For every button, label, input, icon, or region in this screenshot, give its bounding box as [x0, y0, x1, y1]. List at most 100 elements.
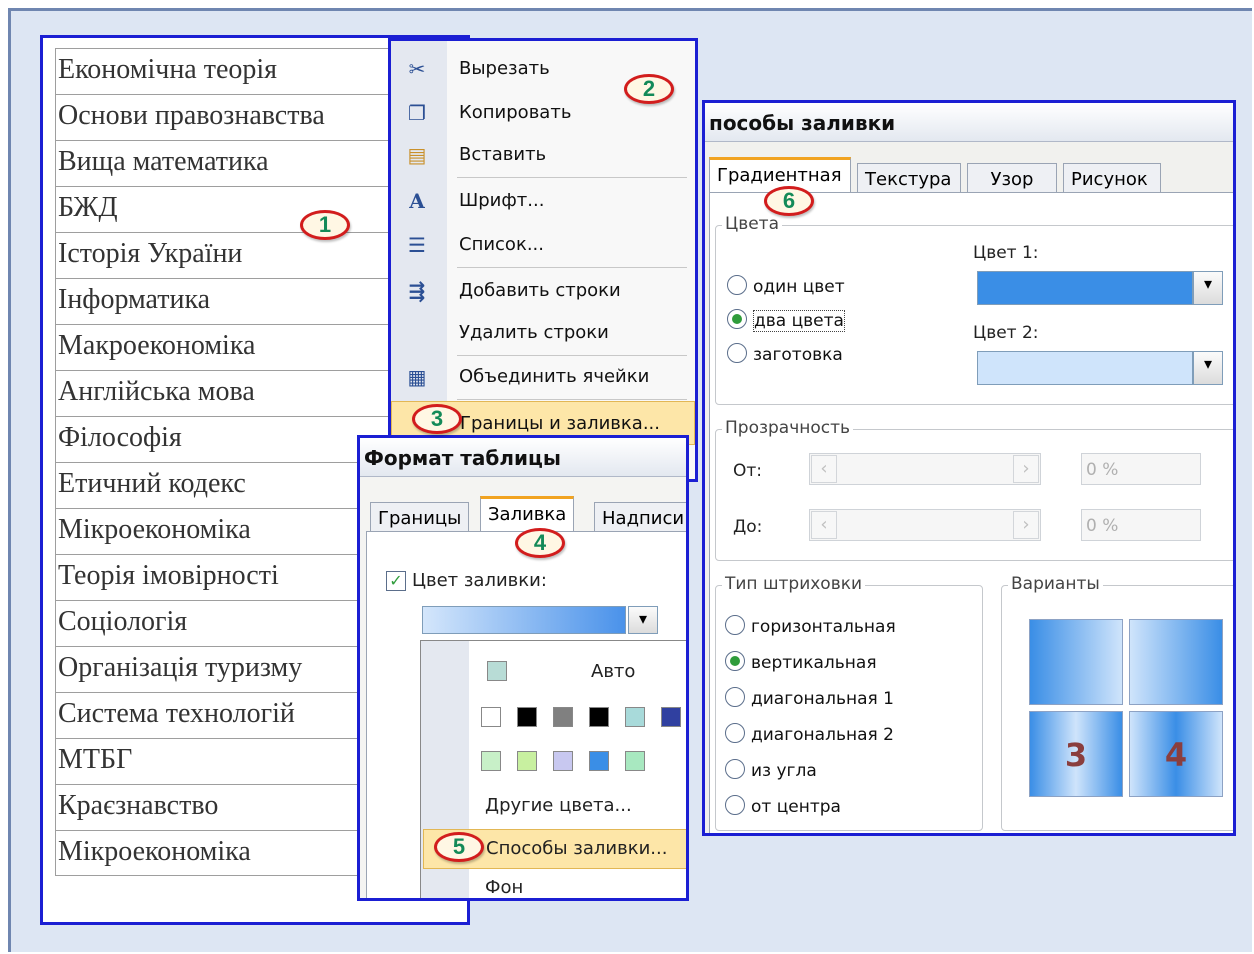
tab-texture[interactable]: Текстура: [857, 163, 961, 193]
radio-dot: [727, 343, 747, 363]
tab-pattern[interactable]: Узор: [967, 163, 1057, 193]
radio-label: диагональная 1: [751, 689, 894, 709]
chevron-left-icon[interactable]: ‹: [811, 511, 837, 539]
fill-methods-label: Способы заливки...: [486, 838, 668, 859]
color-swatch[interactable]: [661, 707, 681, 727]
table-row[interactable]: Економічна теорія: [55, 48, 395, 94]
auto-color-option[interactable]: Авто: [591, 661, 635, 682]
radio-label: заготовка: [753, 345, 843, 365]
radio-label: один цвет: [753, 277, 845, 297]
fill-color-dropdown-button[interactable]: ▾: [628, 606, 658, 634]
color-swatch[interactable]: [517, 707, 537, 727]
menu-item-add-rows[interactable]: ⇶ Добавить строки: [391, 269, 695, 313]
table-row[interactable]: Краєзнавство: [55, 784, 395, 830]
menu-item-paste[interactable]: ▤ Вставить: [391, 133, 695, 177]
table-row[interactable]: Макроекономіка: [55, 324, 395, 370]
more-colors-option[interactable]: Другие цвета...: [485, 795, 632, 816]
radio-one-color[interactable]: один цвет: [727, 275, 845, 297]
auto-color-swatch[interactable]: [487, 661, 507, 681]
subjects-table: Економічна теорія Основи правознавства Вищ…: [55, 48, 395, 876]
color1-combo[interactable]: [977, 271, 1193, 305]
table-row[interactable]: Основи правознавства: [55, 94, 395, 140]
table-row[interactable]: Організація туризму: [55, 646, 395, 692]
radio-two-colors[interactable]: два цвета: [727, 309, 845, 332]
color-swatch[interactable]: [553, 751, 573, 771]
color-swatch[interactable]: [553, 707, 573, 727]
color-swatch[interactable]: [517, 751, 537, 771]
tab-borders[interactable]: Границы: [370, 502, 470, 532]
menu-item-list[interactable]: ☰ Список...: [391, 223, 695, 267]
color2-dropdown-button[interactable]: ▾: [1193, 351, 1223, 385]
color-swatch[interactable]: [589, 751, 609, 771]
chevron-right-icon[interactable]: ›: [1013, 455, 1039, 483]
table-row[interactable]: Мікроекономіка: [55, 830, 395, 876]
fill-color-checkbox[interactable]: ✓: [386, 571, 406, 591]
table-row[interactable]: Філософія: [55, 416, 395, 462]
table-row[interactable]: Мікроекономіка: [55, 508, 395, 554]
dialog-title: пособы заливки: [709, 111, 896, 135]
tab-fill[interactable]: Заливка: [480, 496, 575, 532]
color2-label: Цвет 2:: [973, 323, 1039, 343]
menu-item-font[interactable]: A Шрифт...: [391, 179, 695, 223]
transparency-group-title: Прозрачность: [722, 418, 854, 438]
background-option[interactable]: Фон: [485, 877, 523, 898]
chevron-right-icon[interactable]: ›: [1013, 511, 1039, 539]
to-slider[interactable]: ‹ ›: [809, 509, 1041, 541]
tab-picture[interactable]: Рисунок: [1063, 163, 1161, 193]
radio-shading-option[interactable]: диагональная 1: [725, 687, 894, 709]
radio-dot: [725, 795, 745, 815]
format-table-dialog: Формат таблицы Границы Заливка Надписи ✓…: [357, 435, 689, 901]
menu-item-label: Шрифт...: [459, 190, 545, 211]
color1-dropdown-button[interactable]: ▾: [1193, 271, 1223, 305]
chevron-down-icon: ▾: [1203, 354, 1213, 373]
menu-item-label: Копировать: [459, 102, 572, 123]
radio-label: из угла: [751, 761, 817, 781]
table-row[interactable]: Інформатика: [55, 278, 395, 324]
table-row[interactable]: Система технологій: [55, 692, 395, 738]
font-icon: A: [409, 189, 425, 213]
gradient-variant[interactable]: 3: [1029, 711, 1123, 797]
fill-color-combo[interactable]: [422, 606, 626, 634]
color1-label: Цвет 1:: [973, 243, 1039, 263]
color-swatch[interactable]: [625, 751, 645, 771]
fill-color-label: Цвет заливки:: [412, 570, 547, 591]
radio-dot: [725, 723, 745, 743]
from-percent-field[interactable]: 0 %: [1081, 453, 1201, 485]
step-marker-6: 6: [764, 186, 814, 216]
color-swatch[interactable]: [625, 707, 645, 727]
color-swatch[interactable]: [481, 707, 501, 727]
radio-preset[interactable]: заготовка: [727, 343, 843, 365]
color2-combo[interactable]: [977, 351, 1193, 385]
step-marker-2: 2: [624, 74, 674, 104]
radio-shading-option[interactable]: горизонтальная: [725, 615, 896, 637]
radio-label: два цвета: [753, 310, 845, 332]
gradient-variant[interactable]: 4: [1129, 711, 1223, 797]
table-row[interactable]: Вища математика: [55, 140, 395, 186]
gradient-variant[interactable]: [1029, 619, 1123, 705]
table-row[interactable]: МТБГ: [55, 738, 395, 784]
table-row[interactable]: Етичний кодекс: [55, 462, 395, 508]
table-row[interactable]: Англійська мова: [55, 370, 395, 416]
radio-shading-option[interactable]: от центра: [725, 795, 841, 817]
to-percent-field[interactable]: 0 %: [1081, 509, 1201, 541]
radio-shading-option[interactable]: диагональная 2: [725, 723, 894, 745]
gradient-variant[interactable]: [1129, 619, 1223, 705]
shading-group-title: Тип штриховки: [722, 574, 866, 594]
color-swatch[interactable]: [481, 751, 501, 771]
radio-dot: [725, 615, 745, 635]
radio-dot: [727, 309, 747, 329]
menu-separator: [457, 177, 687, 178]
radio-shading-option[interactable]: вертикальная: [725, 651, 877, 673]
from-slider[interactable]: ‹ ›: [809, 453, 1041, 485]
chevron-left-icon[interactable]: ‹: [811, 455, 837, 483]
radio-shading-option[interactable]: из угла: [725, 759, 817, 781]
table-row[interactable]: Соціологія: [55, 600, 395, 646]
table-row[interactable]: Історія України: [55, 232, 395, 278]
menu-item-delete-rows[interactable]: Удалить строки: [391, 311, 695, 355]
menu-item-label: Вырезать: [459, 58, 550, 79]
table-row[interactable]: Теорія імовірності: [55, 554, 395, 600]
step-marker-5: 5: [434, 832, 484, 862]
menu-item-merge-cells[interactable]: ▦ Объединить ячейки: [391, 355, 695, 399]
tab-labels[interactable]: Надписи: [594, 502, 686, 532]
color-swatch[interactable]: [589, 707, 609, 727]
